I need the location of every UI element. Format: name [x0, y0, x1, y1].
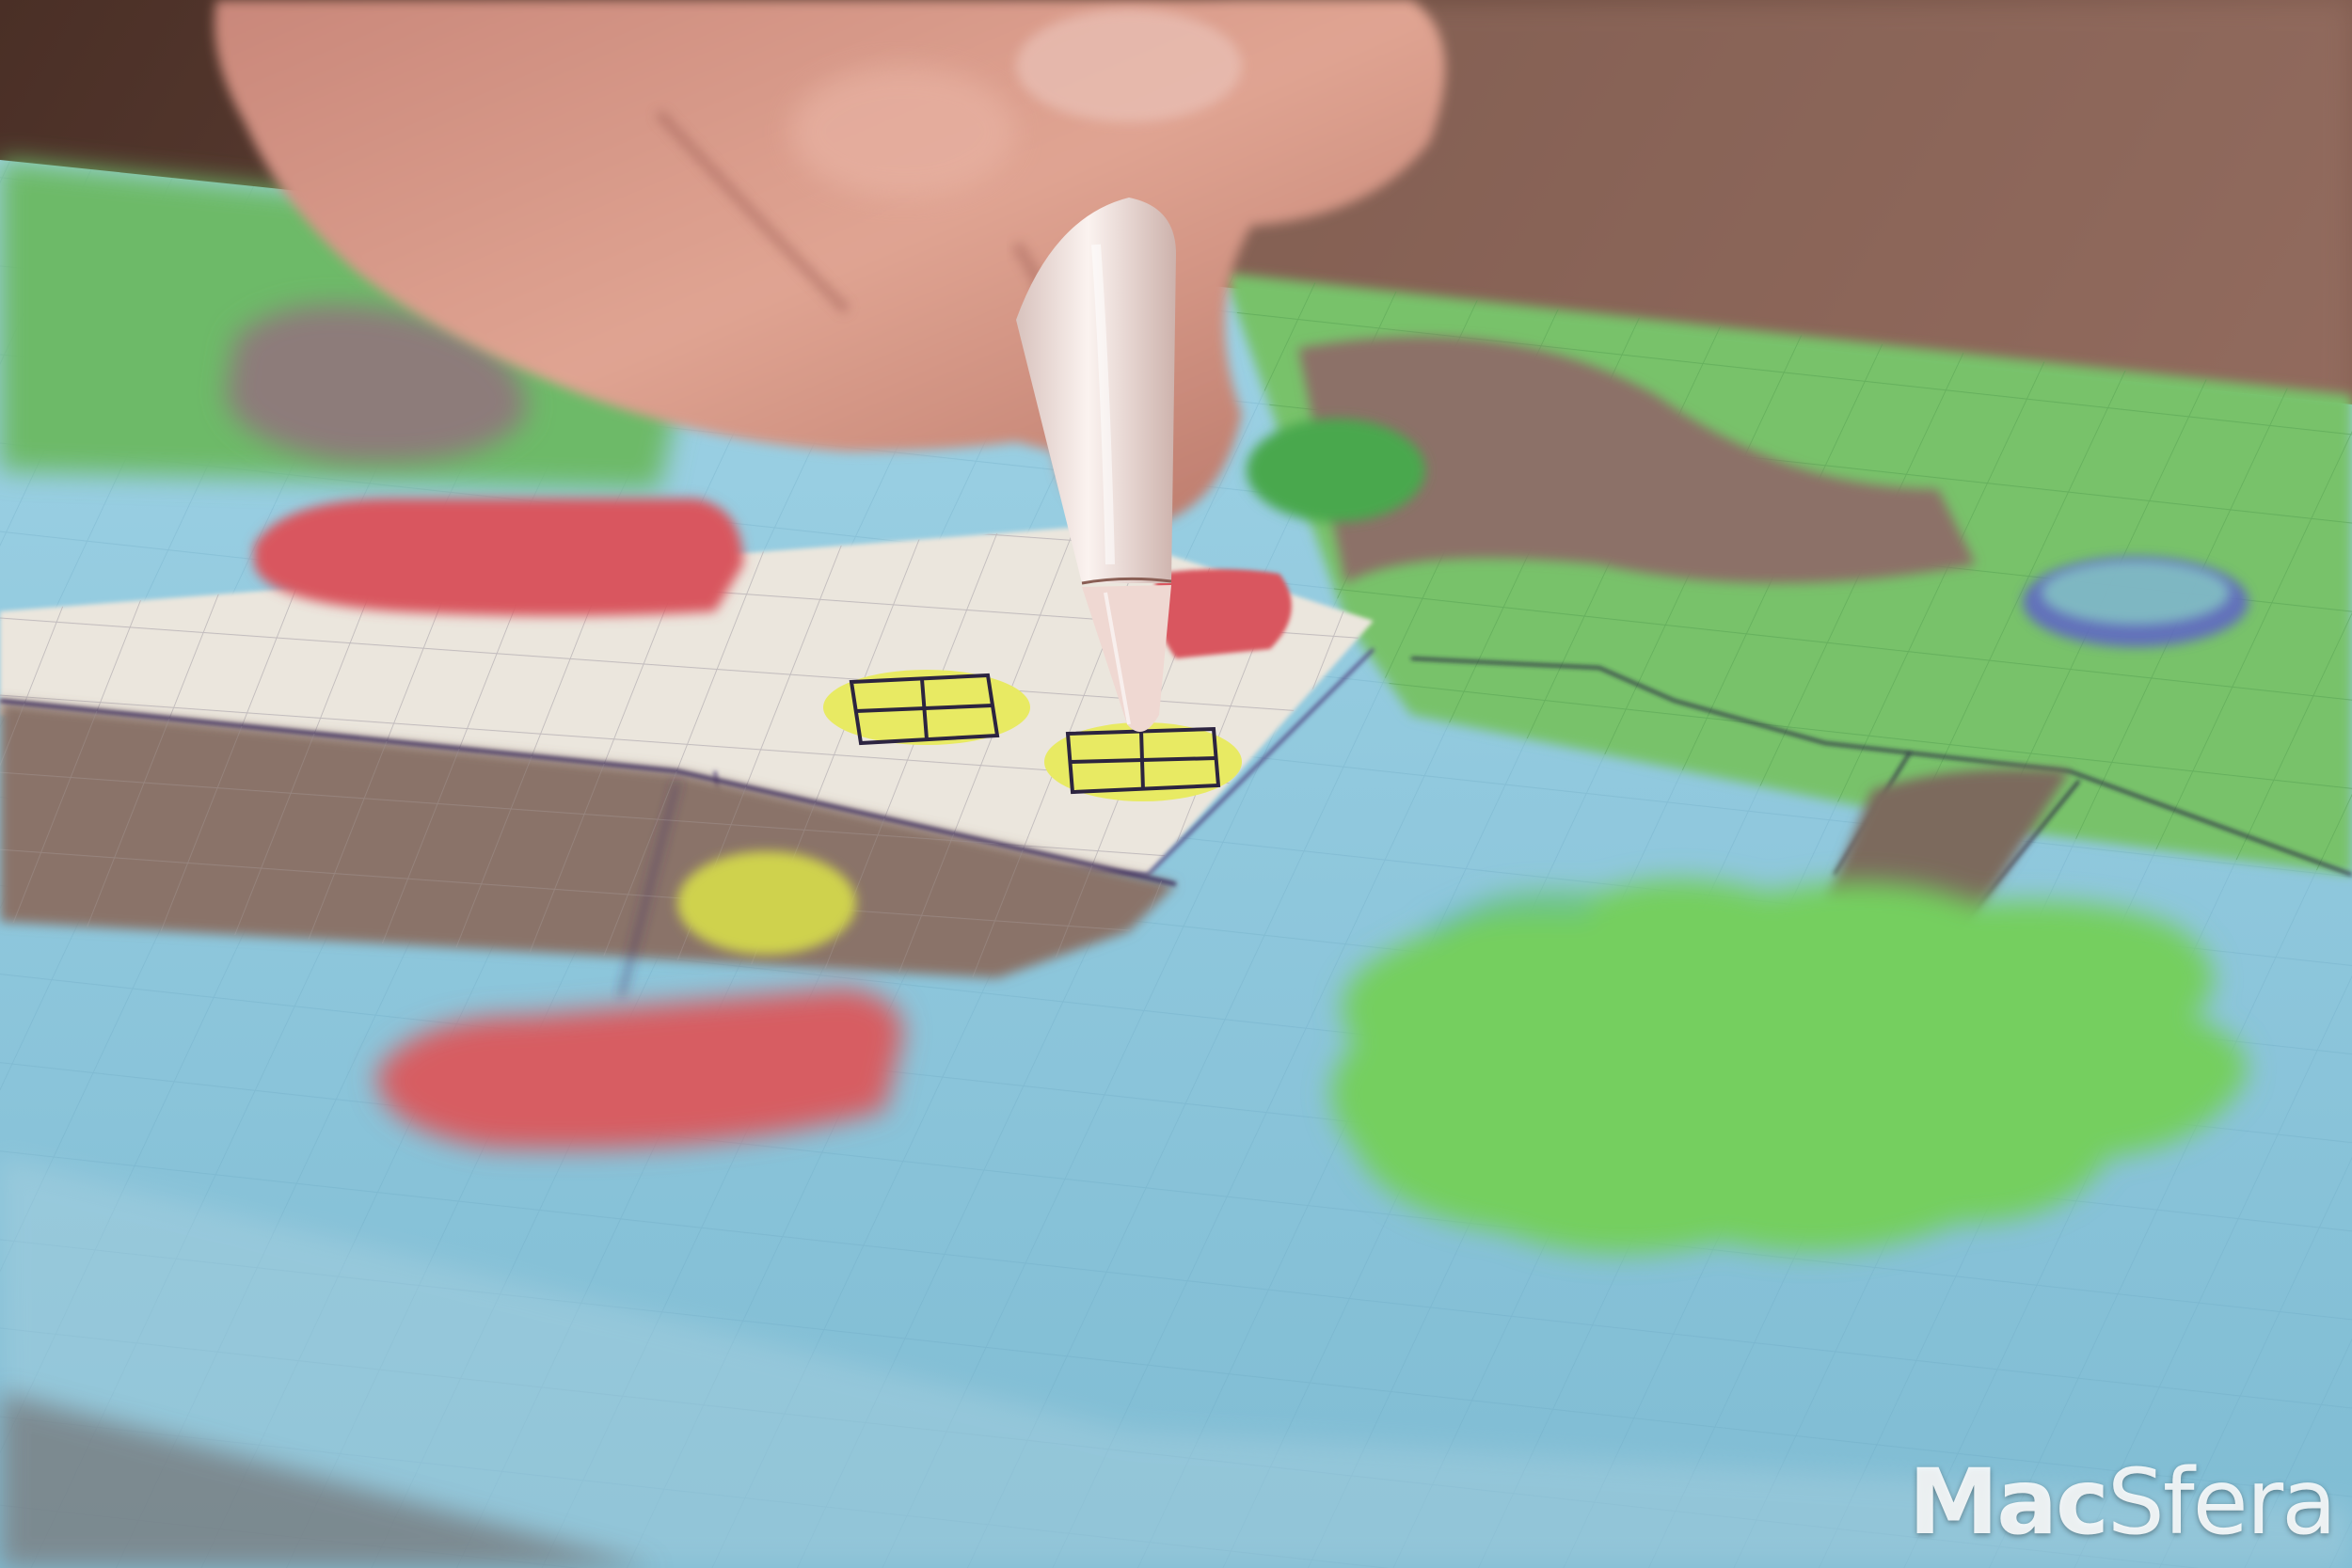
macsfera-watermark: MacSfera	[1909, 1457, 2337, 1547]
watermark-sfera: Sfera	[2106, 1449, 2337, 1555]
window-drawing-right	[1044, 722, 1242, 801]
photo-scene: MacSfera	[0, 0, 2352, 1568]
watermark-mac: Mac	[1908, 1449, 2109, 1555]
window-drawing-left	[823, 670, 1030, 746]
tablet-drawing-photo	[0, 0, 2352, 1568]
